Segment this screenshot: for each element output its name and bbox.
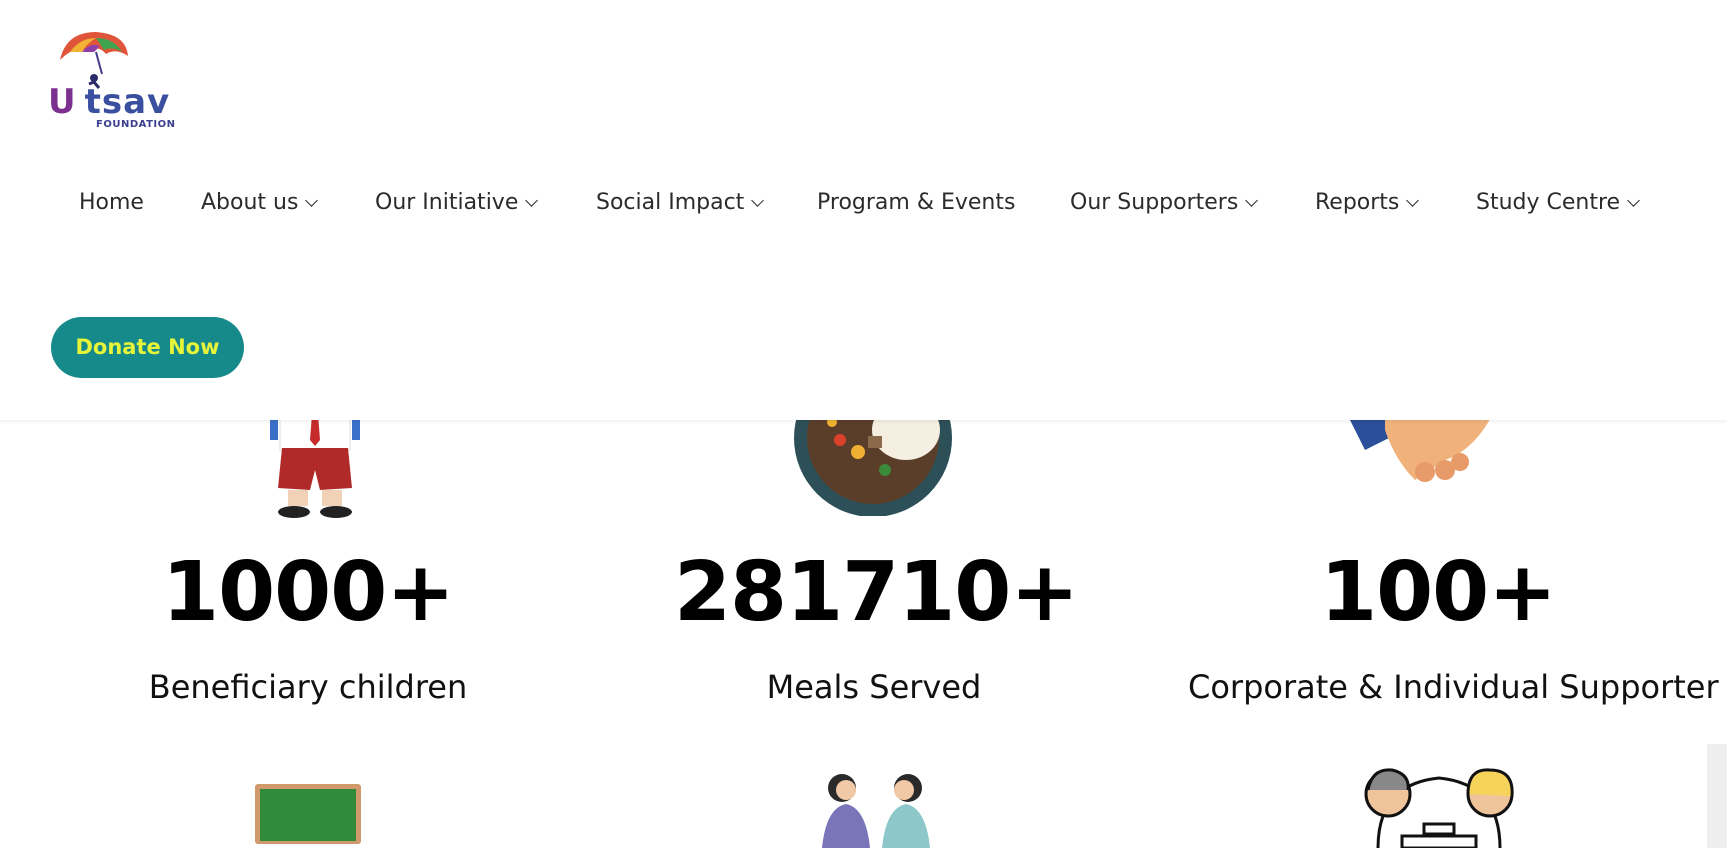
chevron-down-icon xyxy=(525,193,539,207)
chevron-down-icon xyxy=(1245,193,1259,207)
logo-wordmark-part1: U xyxy=(48,82,77,122)
chalkboard-icon xyxy=(255,784,361,844)
chevron-down-icon xyxy=(1627,193,1640,207)
logo-wordmark-part2: tsav xyxy=(84,82,171,122)
nav-item-program-events[interactable]: Program & Events xyxy=(817,180,1015,226)
nav-item-label: Reports xyxy=(1315,190,1400,215)
stat-label-children: Beneficiary children xyxy=(148,668,468,706)
women-talking-icon xyxy=(822,774,930,848)
nav-item-home[interactable]: Home xyxy=(79,180,144,226)
stat-value-children: 1000+ xyxy=(162,545,455,640)
scrollbar-thumb[interactable] xyxy=(1707,744,1727,848)
meeting-people-icon xyxy=(1364,768,1514,848)
nav-item-label: Study Centre xyxy=(1476,190,1621,215)
nav-item-our-initiative[interactable]: Our Initiative xyxy=(375,180,539,226)
stat-label-meals: Meals Served xyxy=(766,668,982,706)
nav-item-label: Program & Events xyxy=(817,190,1016,215)
nav-item-reports[interactable]: Reports xyxy=(1315,180,1420,226)
nav-item-label: Home xyxy=(79,190,144,215)
chevron-down-icon xyxy=(751,193,765,207)
nav-item-study-centre[interactable]: Study Centre xyxy=(1476,180,1640,226)
chevron-down-icon xyxy=(305,193,319,207)
stat-label-supporters: Corporate & Individual Supporter xyxy=(1188,668,1719,706)
stat-value-supporters: 100+ xyxy=(1320,545,1557,640)
nav-item-social-impact[interactable]: Social Impact xyxy=(596,180,765,226)
nav-item-our-supporters[interactable]: Our Supporters xyxy=(1070,180,1259,226)
nav-item-label: Our Supporters xyxy=(1070,190,1239,215)
chevron-down-icon xyxy=(1406,193,1420,207)
site-header: Utsav FOUNDATION Home About us Our Initi… xyxy=(0,0,1727,420)
nav-item-label: About us xyxy=(201,190,299,215)
logo[interactable]: Utsav FOUNDATION xyxy=(48,30,183,130)
main-nav: Home About us Our Initiative Social Impa… xyxy=(0,180,1727,226)
logo-wordmark: Utsav xyxy=(48,82,170,122)
nav-item-label: Social Impact xyxy=(596,190,745,215)
nav-item-label: Our Initiative xyxy=(375,190,519,215)
nav-item-about-us[interactable]: About us xyxy=(201,180,319,226)
logo-subtitle: FOUNDATION xyxy=(96,119,176,130)
stat-value-meals: 281710+ xyxy=(674,545,1079,640)
donate-now-button[interactable]: Donate Now xyxy=(51,317,244,378)
